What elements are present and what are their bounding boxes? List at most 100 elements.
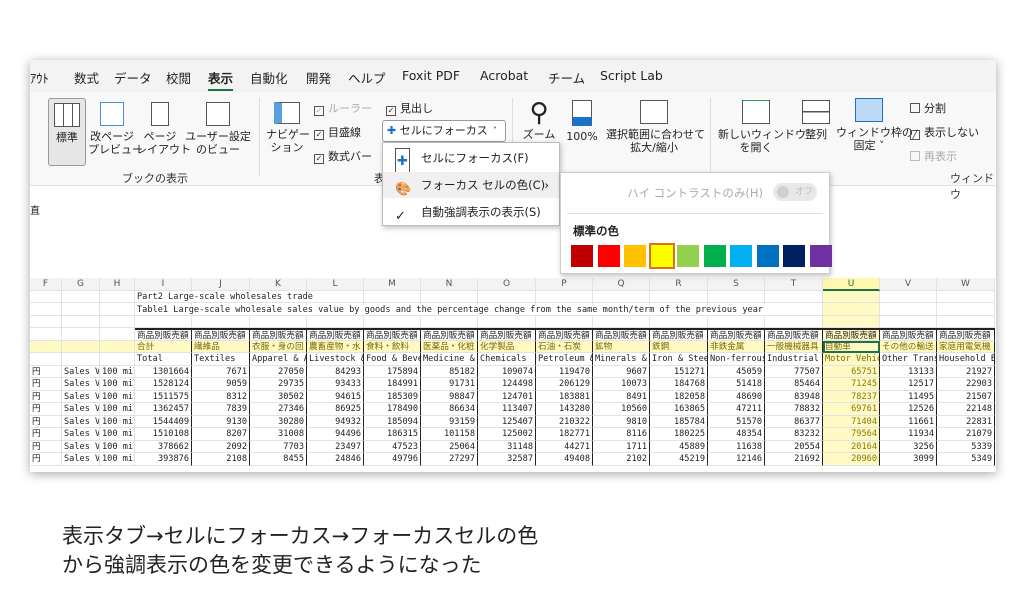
label-cell[interactable]: Sales V: (62, 415, 100, 428)
column-header[interactable]: T (765, 278, 823, 291)
value-cell[interactable]: 21927 (937, 365, 995, 378)
value-cell[interactable]: 51570 (708, 415, 765, 428)
value-cell[interactable]: 119470 (536, 365, 593, 378)
category-en[interactable]: Medicine & C (421, 353, 478, 366)
category-en[interactable]: Other Trans (880, 353, 937, 366)
hide-button[interactable]: ╱ 表示しない (910, 124, 979, 140)
tab-5[interactable]: 自動化 (250, 68, 288, 87)
formula-bar-checkbox[interactable]: ✓ 数式バー (314, 148, 372, 164)
value-cell[interactable]: 48690 (708, 390, 765, 403)
header-jp[interactable]: 商品別販売額 (880, 328, 937, 341)
column-header[interactable]: M (364, 278, 421, 291)
value-cell[interactable]: 184991 (364, 378, 421, 391)
header-jp[interactable]: 商品別販売額 (708, 328, 765, 341)
value-cell[interactable]: 9130 (192, 415, 250, 428)
value-cell[interactable]: 86925 (307, 403, 364, 416)
unit-cell[interactable]: 円 (30, 403, 62, 416)
value-cell[interactable]: 20960 (823, 453, 880, 466)
value-cell[interactable]: 45059 (708, 365, 765, 378)
value-cell[interactable]: 185784 (650, 415, 708, 428)
category-jp[interactable]: 合計 (135, 340, 192, 353)
cell[interactable] (62, 303, 100, 316)
header-jp[interactable]: 商品別販売額 (593, 328, 650, 341)
category-jp[interactable]: 食料・飲料 (364, 340, 421, 353)
header-jp[interactable]: 商品別販売額 (364, 328, 421, 341)
value-cell[interactable]: 27050 (250, 365, 307, 378)
cell[interactable] (708, 290, 765, 303)
category-en[interactable]: Food & Bever (364, 353, 421, 366)
category-en[interactable]: Industrial M (765, 353, 823, 366)
value-cell[interactable]: 71245 (823, 378, 880, 391)
value-cell[interactable]: 93159 (421, 415, 478, 428)
label-cell[interactable]: Sales V: (62, 365, 100, 378)
value-cell[interactable]: 3099 (880, 453, 937, 466)
zoom-to-selection-button[interactable]: 選択範囲に合わせて 拡大/縮小 (606, 100, 705, 154)
value-cell[interactable]: 12146 (708, 453, 765, 466)
page-break-preview-button[interactable]: 改ページ プレビュー (88, 102, 143, 156)
tab-2[interactable]: データ (114, 68, 152, 87)
cell[interactable] (100, 303, 135, 316)
value-cell[interactable]: 91731 (421, 378, 478, 391)
value-cell[interactable]: 22148 (937, 403, 995, 416)
cell[interactable] (593, 290, 650, 303)
cell[interactable] (880, 303, 937, 316)
cell[interactable] (62, 340, 100, 353)
value-cell[interactable]: 7839 (192, 403, 250, 416)
value-cell[interactable]: 11495 (880, 390, 937, 403)
color-swatch[interactable] (809, 245, 832, 267)
freeze-panes-button[interactable]: ウィンドウ枠の 固定 ˅ (836, 98, 913, 152)
value-cell[interactable]: 12526 (880, 403, 937, 416)
column-header[interactable]: V (880, 278, 937, 291)
cell[interactable] (30, 353, 62, 366)
value-cell[interactable]: 5349 (937, 453, 995, 466)
category-en[interactable]: Non-ferrous (708, 353, 765, 366)
label-cell[interactable]: Sales V: (62, 428, 100, 441)
label-cell[interactable]: 100 mil (100, 390, 135, 403)
value-cell[interactable]: 47211 (708, 403, 765, 416)
tab-9[interactable]: Acrobat (480, 68, 528, 83)
cell[interactable] (250, 315, 307, 328)
column-header[interactable]: L (307, 278, 364, 291)
cell[interactable] (880, 290, 937, 303)
header-jp[interactable]: 商品別販売額 (536, 328, 593, 341)
column-header[interactable]: P (536, 278, 593, 291)
header-jp[interactable]: 商品別販売額 (421, 328, 478, 341)
category-jp[interactable]: 鉱物 (593, 340, 650, 353)
value-cell[interactable]: 2092 (192, 440, 250, 453)
value-cell[interactable]: 93433 (307, 378, 364, 391)
category-en[interactable]: Petroleum & (536, 353, 593, 366)
header-jp[interactable]: 商品別販売額 (192, 328, 250, 341)
cell[interactable] (30, 340, 62, 353)
value-cell[interactable]: 2102 (593, 453, 650, 466)
column-header[interactable]: Q (593, 278, 650, 291)
cell[interactable] (62, 290, 100, 303)
category-en[interactable]: Textiles (192, 353, 250, 366)
category-en[interactable]: Chemicals (478, 353, 536, 366)
label-cell[interactable]: 100 mil (100, 440, 135, 453)
category-jp[interactable]: 繊維品 (192, 340, 250, 353)
value-cell[interactable]: 101158 (421, 428, 478, 441)
cell[interactable] (880, 315, 937, 328)
value-cell[interactable]: 175894 (364, 365, 421, 378)
tab-7[interactable]: ヘルプ (348, 68, 386, 87)
value-cell[interactable]: 178490 (364, 403, 421, 416)
label-cell[interactable]: 100 mil (100, 428, 135, 441)
category-jp[interactable]: 自動車 (823, 340, 880, 353)
value-cell[interactable]: 86634 (421, 403, 478, 416)
color-swatch[interactable] (624, 245, 646, 267)
cell[interactable] (62, 315, 100, 328)
category-en[interactable]: Total (135, 353, 192, 366)
tab-4[interactable]: 表示 (208, 68, 234, 91)
value-cell[interactable]: 378662 (135, 440, 192, 453)
value-cell[interactable]: 1544409 (135, 415, 192, 428)
cell[interactable] (536, 290, 593, 303)
cell[interactable] (650, 315, 708, 328)
value-cell[interactable]: 71404 (823, 415, 880, 428)
category-jp[interactable]: 衣服・身の回 (250, 340, 307, 353)
cell[interactable] (30, 290, 62, 303)
cell[interactable] (765, 315, 823, 328)
cell[interactable] (100, 290, 135, 303)
cell[interactable] (765, 303, 823, 316)
value-cell[interactable]: 10560 (593, 403, 650, 416)
unit-cell[interactable]: 円 (30, 440, 62, 453)
